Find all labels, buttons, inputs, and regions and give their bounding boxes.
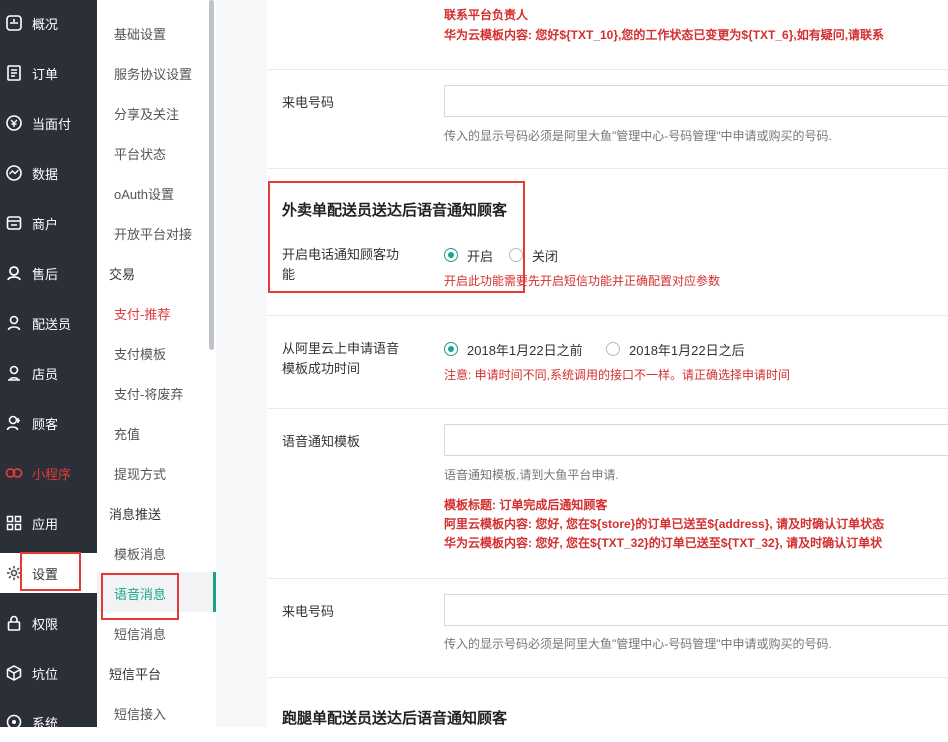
subnav-group-sms-platform: 短信平台 — [109, 667, 162, 682]
caller-number-hint: 传入的显示号码必须是阿里大鱼"管理中心-号码管理"中申请或购买的号码. — [444, 129, 832, 143]
nav-label: 售后 — [32, 266, 59, 282]
nav-item-courier[interactable]: 配送员 — [0, 303, 97, 343]
subnav-group-trade: 交易 — [109, 267, 136, 282]
nav-item-system[interactable]: 系统 — [0, 702, 97, 742]
nav-item-apps[interactable]: 应用 — [0, 503, 97, 543]
nav-label: 坑位 — [32, 666, 59, 682]
customer-icon — [5, 414, 23, 432]
errand-section-title: 跑腿单配送员送达后语音通知顾客 — [282, 710, 508, 727]
nav-label: 商户 — [32, 216, 59, 232]
subnav-recharge[interactable]: 充值 — [114, 424, 140, 443]
primary-sidebar: 概况 订单 当面付 数据 商户 售后 配送员 店员 顾客 小程序 应用 设置 权… — [0, 0, 97, 731]
subnav-sms-message[interactable]: 短信消息 — [114, 624, 166, 643]
apply-time-label-2: 模板成功时间 — [282, 361, 361, 376]
apps-icon — [5, 514, 23, 532]
caller-number-input[interactable] — [444, 85, 948, 117]
caller-number-hint-2: 传入的显示号码必须是阿里大鱼"管理中心-号码管理"中申请或购买的号码. — [444, 637, 832, 651]
nav-label: 配送员 — [32, 316, 72, 332]
nav-item-aftersale[interactable]: 售后 — [0, 253, 97, 293]
subnav-platform-status[interactable]: 平台状态 — [114, 144, 166, 163]
divider — [267, 69, 948, 70]
sidebar-scrollbar[interactable] — [209, 0, 214, 350]
nav-label: 应用 — [32, 516, 59, 532]
subnav-pay-recommended[interactable]: 支付-推荐 — [114, 304, 170, 323]
subnav-pay-deprecated[interactable]: 支付-将废弃 — [114, 384, 183, 403]
divider — [267, 677, 948, 678]
nav-label: 概况 — [32, 16, 59, 32]
apply-time-label-1: 从阿里云上申请语音 — [282, 341, 400, 356]
nav-item-overview[interactable]: 概况 — [0, 3, 97, 43]
clerk-icon — [5, 364, 23, 382]
highlight-takeout-section — [268, 181, 525, 293]
voice-template-title: 模板标题: 订单完成后通知顾客 — [444, 498, 608, 512]
apply-time-warning: 注意: 申请时间不同,系统调用的接口不一样。请正确选择申请时间 — [444, 368, 791, 382]
courier-icon — [5, 314, 23, 332]
caller-number-input-2[interactable] — [444, 594, 948, 626]
subnav-template-message[interactable]: 模板消息 — [114, 544, 166, 563]
subnav-sms-access[interactable]: 短信接入 — [114, 704, 166, 723]
pay-icon — [5, 114, 23, 132]
subnav-pay-template[interactable]: 支付模板 — [114, 344, 166, 363]
radio-after-date[interactable] — [606, 342, 620, 356]
divider — [267, 315, 948, 316]
order-icon — [5, 64, 23, 82]
nav-item-slots[interactable]: 坑位 — [0, 653, 97, 693]
shop-icon — [5, 214, 23, 232]
nav-item-miniprogram[interactable]: 小程序 — [0, 453, 97, 493]
divider — [267, 408, 948, 409]
overview-icon — [5, 14, 23, 32]
subnav-oauth[interactable]: oAuth设置 — [114, 184, 174, 203]
nav-item-data[interactable]: 数据 — [0, 153, 97, 193]
caller-number-label: 来电号码 — [282, 95, 335, 110]
voice-template-input[interactable] — [444, 424, 948, 456]
content-gutter — [216, 0, 267, 727]
nav-item-customer[interactable]: 顾客 — [0, 403, 97, 443]
nav-label: 订单 — [32, 66, 59, 82]
subnav-group-message-push: 消息推送 — [109, 507, 162, 522]
voice-template-aliyun: 阿里云模板内容: 您好, 您在${store}的订单已送至${address},… — [444, 517, 885, 531]
nav-item-clerk[interactable]: 店员 — [0, 353, 97, 393]
nav-label: 顾客 — [32, 416, 59, 432]
data-icon — [5, 164, 23, 182]
nav-item-pay[interactable]: 当面付 — [0, 103, 97, 143]
nav-label: 店员 — [32, 366, 59, 382]
miniprogram-icon — [5, 464, 23, 482]
radio-after-date-label[interactable]: 2018年1月22日之后 — [629, 340, 745, 359]
subnav-open-platform[interactable]: 开放平台对接 — [114, 224, 192, 243]
radio-disable-label[interactable]: 关闭 — [532, 246, 558, 265]
nav-label: 权限 — [32, 616, 59, 632]
top-huawei-template: 华为云模板内容: 您好${TXT_10},您的工作状态已变更为${TXT_6},… — [444, 28, 885, 42]
radio-before-date-label[interactable]: 2018年1月22日之前 — [467, 340, 583, 359]
highlight-voice-message-nav — [101, 573, 179, 620]
nav-item-permissions[interactable]: 权限 — [0, 603, 97, 643]
subnav-basic-settings[interactable]: 基础设置 — [114, 24, 166, 43]
radio-before-date[interactable] — [444, 342, 458, 356]
nav-item-shop[interactable]: 商户 — [0, 203, 97, 243]
voice-template-huawei: 华为云模板内容: 您好, 您在${TXT_32}的订单已送至${TXT_32},… — [444, 536, 883, 550]
subnav-service-agreement[interactable]: 服务协议设置 — [114, 64, 192, 83]
nav-item-orders[interactable]: 订单 — [0, 53, 97, 93]
nav-label: 小程序 — [32, 466, 72, 482]
lock-icon — [5, 614, 23, 632]
nav-label: 当面付 — [32, 116, 72, 132]
nav-label: 系统 — [32, 715, 59, 731]
subnav-withdraw[interactable]: 提现方式 — [114, 464, 166, 483]
voice-template-hint: 语音通知模板,请到大鱼平台申请. — [444, 468, 619, 482]
aftersale-icon — [5, 264, 23, 282]
nav-label: 数据 — [32, 166, 59, 182]
subnav-share-follow[interactable]: 分享及关注 — [114, 104, 179, 123]
top-note-line1: 联系平台负责人 — [444, 8, 529, 22]
divider — [267, 578, 948, 579]
voice-template-label: 语音通知模板 — [282, 434, 361, 449]
divider — [267, 168, 948, 169]
system-icon — [5, 713, 23, 731]
caller-number-label-2: 来电号码 — [282, 604, 335, 619]
highlight-settings-nav — [20, 552, 81, 591]
cube-icon — [5, 664, 23, 682]
